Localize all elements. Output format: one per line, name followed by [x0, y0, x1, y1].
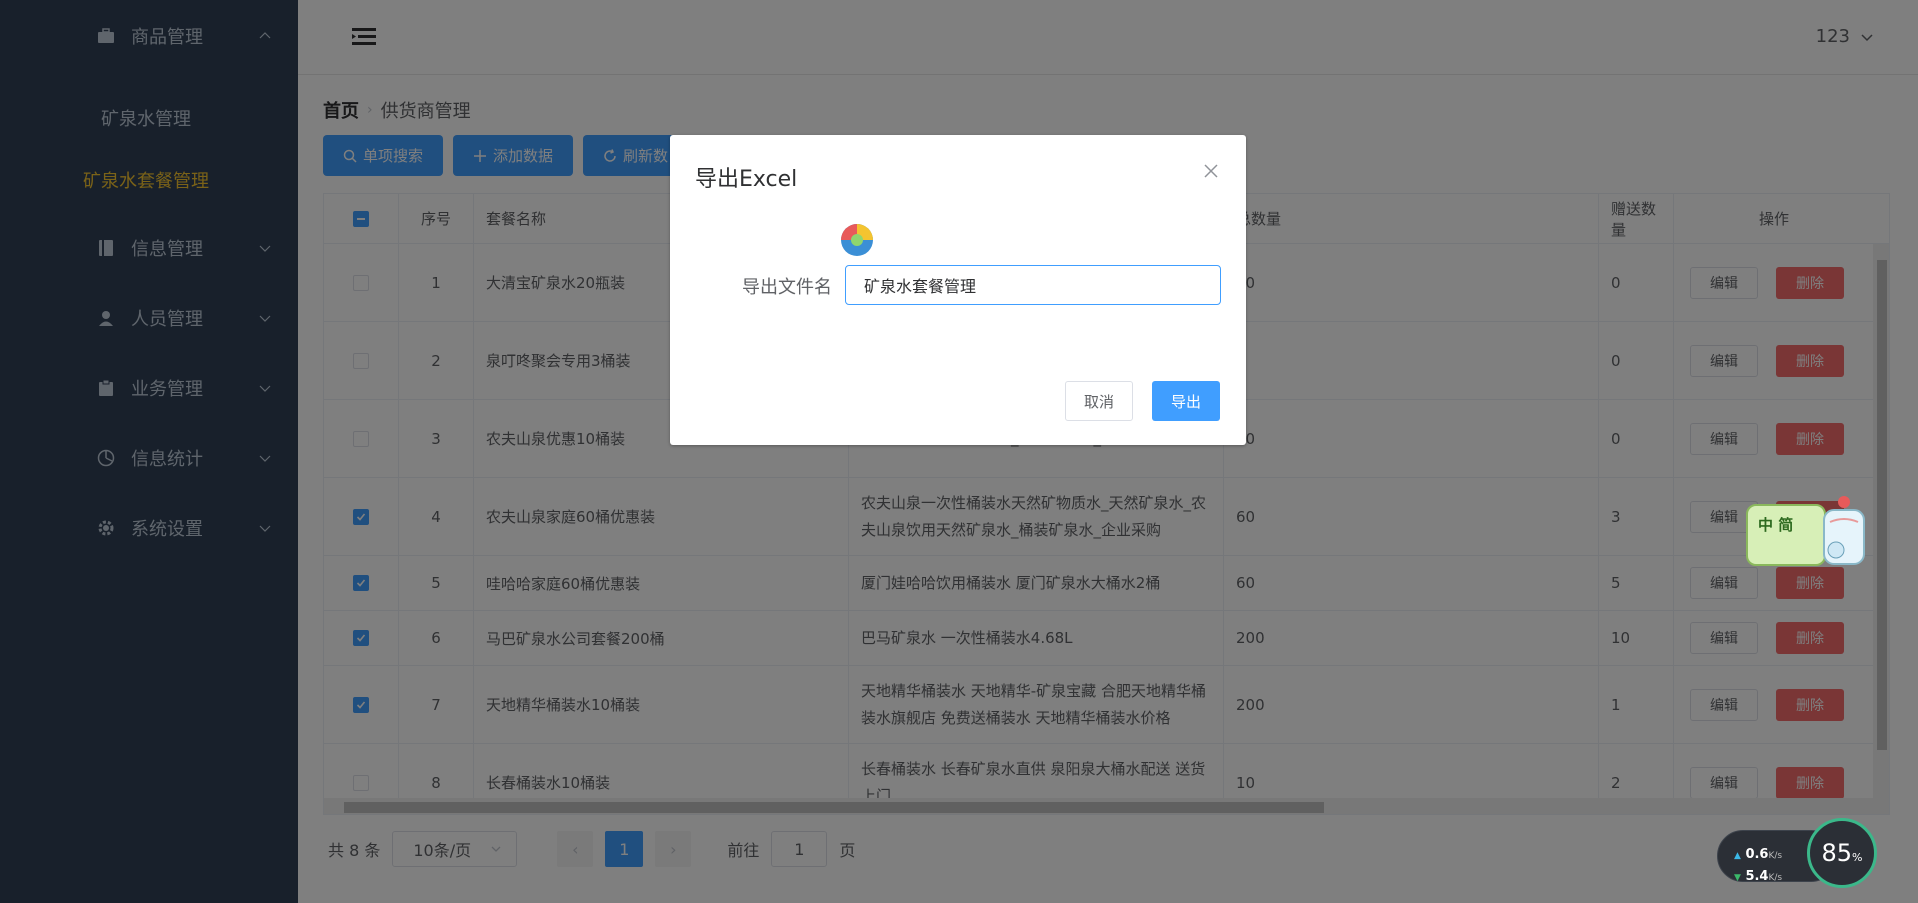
dialog-title: 导出Excel	[695, 167, 798, 192]
app-logo-icon	[841, 224, 873, 256]
network-speed-widget[interactable]: ▲ 0.6K/s ▼ 5.4K/s 85%	[1717, 818, 1877, 888]
export-filename-input[interactable]	[845, 265, 1221, 305]
ime-mode-text: 中 简	[1758, 516, 1794, 534]
arrow-up-icon: ▲	[1734, 851, 1741, 861]
ime-status-widget[interactable]: 中 简	[1746, 492, 1870, 574]
cpu-percent: 85	[1821, 839, 1853, 867]
export-excel-dialog: 导出Excel 导出文件名 取消 导出	[670, 135, 1246, 445]
percent-sign: %	[1852, 850, 1863, 864]
download-speed: ▼ 5.4K/s	[1734, 869, 1782, 884]
upload-speed: ▲ 0.6K/s	[1734, 847, 1782, 862]
arrow-down-icon: ▼	[1734, 873, 1741, 883]
export-filename-label: 导出文件名	[742, 277, 832, 298]
ime-mascot-icon	[1823, 496, 1865, 565]
cancel-button[interactable]: 取消	[1065, 381, 1133, 421]
speed-unit: K/s	[1768, 851, 1783, 861]
close-icon[interactable]	[1202, 162, 1220, 180]
upload-speed-value: 0.6	[1745, 847, 1769, 862]
export-button[interactable]: 导出	[1152, 381, 1220, 421]
download-speed-value: 5.4	[1745, 869, 1769, 884]
speed-unit: K/s	[1768, 873, 1783, 883]
cpu-gauge: 85%	[1807, 818, 1877, 888]
